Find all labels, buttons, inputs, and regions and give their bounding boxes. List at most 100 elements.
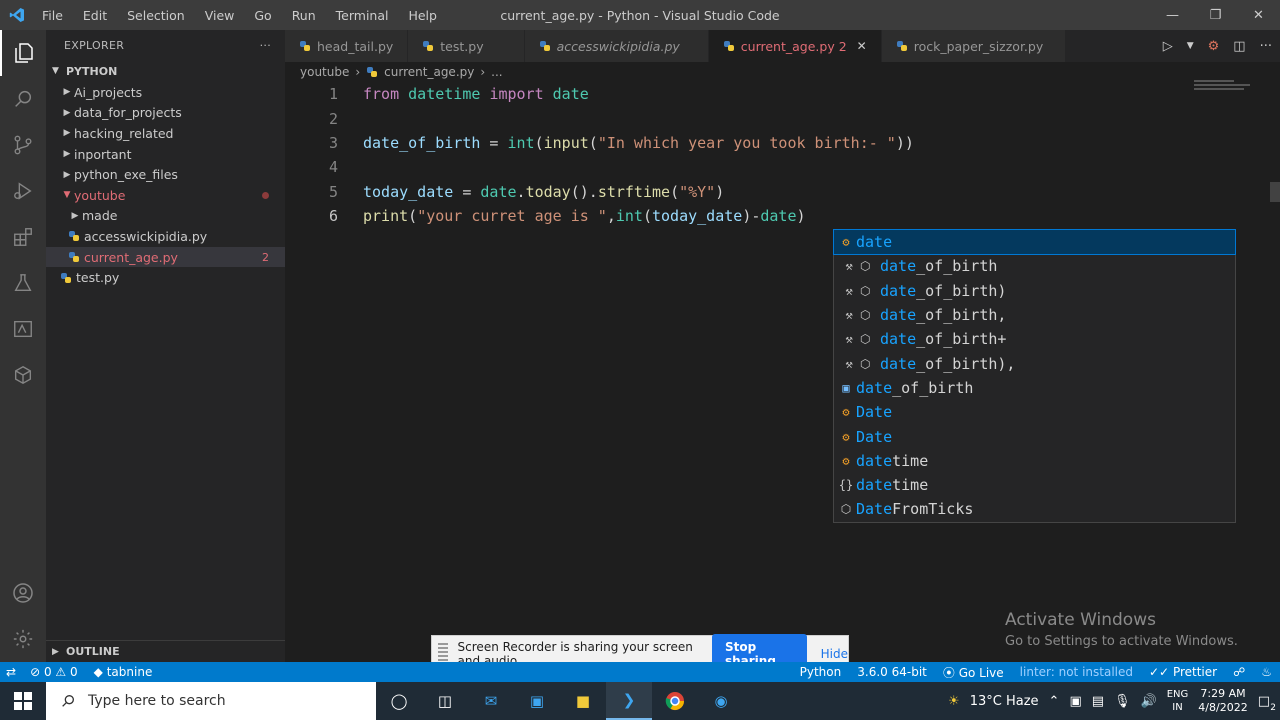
taskbar-search-box[interactable]: Type here to search	[46, 682, 376, 720]
tree-file-current-age[interactable]: current_age.py 2	[46, 246, 285, 268]
remote-explorer-icon[interactable]	[0, 306, 46, 352]
suggestion-item[interactable]: ▣ date _of_birth	[834, 376, 1235, 400]
windows-start-icon[interactable]	[0, 682, 46, 720]
language-mode[interactable]: Python	[792, 665, 850, 679]
clock[interactable]: 7:29 AM 4/8/2022	[1198, 687, 1247, 715]
tree-folder-inportant[interactable]: ▶ inportant	[46, 144, 285, 165]
settings-gear-icon[interactable]	[0, 616, 46, 662]
suggestion-item[interactable]: {} date time	[834, 473, 1235, 497]
tab-head-tail[interactable]: head_tail.py	[285, 30, 409, 62]
mail-icon[interactable]: ✉	[468, 682, 514, 720]
source-control-icon[interactable]	[0, 122, 46, 168]
suggestion-item[interactable]: ⚒ ⬡ date _of_birth),	[834, 351, 1235, 375]
speaker-icon[interactable]: 🔊	[1141, 694, 1157, 709]
task-view-icon[interactable]: ◫	[422, 682, 468, 720]
store-icon[interactable]: ▣	[514, 682, 560, 720]
python-interpreter[interactable]: 3.6.0 64-bit	[849, 665, 935, 679]
tree-folder-data-for-projects[interactable]: ▶ data_for_projects	[46, 103, 285, 124]
screen-recorder-icon[interactable]: ◉	[698, 682, 744, 720]
vscode-taskbar-icon[interactable]: ❯	[606, 682, 652, 720]
prettier-status[interactable]: ✓✓ Prettier	[1141, 665, 1225, 679]
microphone-icon[interactable]: 🎙	[1114, 694, 1131, 709]
split-editor-icon[interactable]: ◫	[1233, 39, 1245, 54]
workspace-section[interactable]: ▼ PYTHON	[46, 60, 285, 82]
tab-current-age[interactable]: current_age.py 2 ✕	[708, 30, 882, 62]
code-token: ().	[570, 182, 598, 201]
menu-run[interactable]: Run	[284, 8, 324, 23]
suggestion-rest: time	[892, 451, 929, 470]
tree-folder-youtube[interactable]: ▼ youtube	[46, 185, 285, 206]
explorer-icon[interactable]	[0, 30, 46, 76]
tree-file-test[interactable]: test.py	[46, 267, 285, 288]
suggestion-item[interactable]: ⚒ ⬡ date _of_birth)	[834, 279, 1235, 303]
extensions-icon[interactable]	[0, 214, 46, 260]
chrome-icon[interactable]	[652, 682, 698, 720]
menu-selection[interactable]: Selection	[119, 8, 193, 23]
breadcrumb-folder[interactable]: youtube	[300, 65, 349, 79]
minimap[interactable]	[1194, 80, 1256, 94]
breadcrumb-file[interactable]: current_age.py	[384, 65, 474, 79]
problems-indicator[interactable]: ⊘ 0 ⚠ 0	[22, 665, 86, 679]
suggestion-item[interactable]: ⚒ ⬡ date _of_birth+	[834, 327, 1235, 351]
restore-icon[interactable]: ❐	[1194, 0, 1237, 30]
suggestion-item[interactable]: ⚙ Date	[834, 424, 1235, 448]
file-explorer-icon[interactable]: ■	[560, 682, 606, 720]
tabnine-status[interactable]: ◆ tabnine	[86, 665, 161, 679]
live-share-icon[interactable]: ⚙	[1208, 39, 1220, 54]
tree-label: inportant	[74, 146, 132, 162]
cortana-icon[interactable]: ◯	[376, 682, 422, 720]
camera-icon[interactable]: ▣	[1069, 694, 1081, 709]
tab-accesswickipidia[interactable]: accesswickipidia.py	[524, 30, 709, 62]
menu-view[interactable]: View	[197, 8, 243, 23]
tab-test[interactable]: test.py	[408, 30, 525, 62]
linter-status[interactable]: linter: not installed	[1012, 665, 1141, 679]
run-debug-icon[interactable]	[0, 168, 46, 214]
class-icon: ⚙	[842, 405, 850, 420]
suggestion-item[interactable]: ⚙ Date	[834, 400, 1235, 424]
suggestion-item[interactable]: ⚙ date	[833, 228, 1236, 256]
feedback-icon[interactable]: ☍	[1225, 665, 1253, 679]
tree-folder-ai-projects[interactable]: ▶ Ai_projects	[46, 82, 285, 103]
run-file-icon[interactable]: ▷	[1163, 39, 1173, 54]
tree-folder-hacking-related[interactable]: ▶ hacking_related	[46, 123, 285, 144]
explorer-header: EXPLORER	[64, 38, 125, 52]
menu-help[interactable]: Help	[400, 8, 445, 23]
menu-file[interactable]: File	[34, 8, 71, 23]
close-window-icon[interactable]: ✕	[1237, 0, 1280, 30]
close-tab-icon[interactable]: ✕	[857, 39, 867, 53]
notifications-bell-icon[interactable]: ♨	[1253, 665, 1280, 679]
meet-icon[interactable]: ▤	[1092, 694, 1104, 709]
suggestion-item[interactable]: ⚒ ⬡ date _of_birth	[834, 254, 1235, 278]
search-icon[interactable]	[0, 76, 46, 122]
outline-section[interactable]: ▶ OUTLINE	[46, 640, 285, 662]
go-live-button[interactable]: ⦿ Go Live	[935, 664, 1012, 681]
chevron-down-icon[interactable]: ▼	[1187, 41, 1194, 51]
chevron-up-icon[interactable]: ⌃	[1049, 694, 1060, 709]
docker-icon[interactable]	[0, 352, 46, 398]
menu-terminal[interactable]: Terminal	[328, 8, 397, 23]
tree-label: Ai_projects	[74, 84, 143, 100]
tree-folder-python-exe-files[interactable]: ▶ python_exe_files	[46, 164, 285, 185]
menu-edit[interactable]: Edit	[75, 8, 115, 23]
remote-icon[interactable]: ⇄	[0, 665, 22, 679]
tree-file-accesswickipidia[interactable]: accesswickipidia.py	[46, 226, 285, 247]
weather-text[interactable]: 13°C Haze	[970, 694, 1039, 709]
input-language[interactable]: ENG IN	[1167, 688, 1189, 714]
tree-folder-made[interactable]: ▶ made	[46, 206, 285, 227]
menu-go[interactable]: Go	[246, 8, 279, 23]
minimize-icon[interactable]: —	[1151, 0, 1194, 30]
line-number: 6	[328, 207, 338, 226]
more-actions-icon[interactable]: ···	[1260, 39, 1272, 54]
suggestion-item[interactable]: ⬡ Date FromTicks	[834, 497, 1235, 521]
notification-center-icon[interactable]: □ 2	[1258, 694, 1276, 713]
breadcrumb-symbol[interactable]: ...	[491, 65, 502, 79]
suggestion-item[interactable]: ⚙ date time	[834, 449, 1235, 473]
editor-scrollbar[interactable]	[1268, 62, 1280, 562]
suggestion-item[interactable]: ⚒ ⬡ date _of_birth,	[834, 303, 1235, 327]
account-icon[interactable]	[0, 570, 46, 616]
suggestion-match: date	[856, 451, 893, 470]
hide-button[interactable]: Hide	[821, 647, 848, 661]
testing-icon[interactable]	[0, 260, 46, 306]
tab-rock-paper-sizzor[interactable]: rock_paper_sizzor.py	[881, 30, 1067, 62]
more-actions-icon[interactable]: ···	[260, 39, 271, 52]
